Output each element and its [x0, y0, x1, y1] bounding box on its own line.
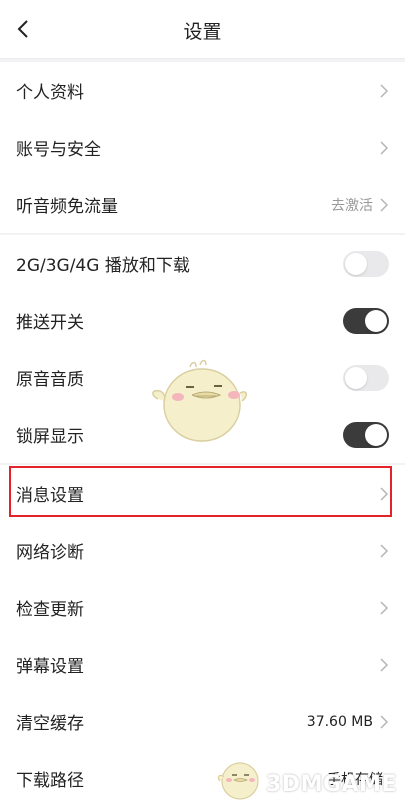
chevron-right-icon [380, 543, 389, 558]
row-label: 个人资料 [16, 83, 84, 103]
row-mobile-play: 2G/3G/4G 播放和下载 [0, 235, 405, 292]
row-push: 推送开关 [0, 292, 405, 349]
top-bar: 设置 [0, 0, 405, 59]
chevron-right-icon [380, 197, 389, 212]
row-lockscreen: 锁屏显示 [0, 406, 405, 463]
chevron-right-icon [380, 714, 389, 729]
chevron-right-icon [380, 83, 389, 98]
lockscreen-toggle[interactable] [343, 421, 389, 448]
row-label: 账号与安全 [16, 140, 101, 160]
chevron-right-icon [380, 486, 389, 501]
row-label: 听音频免流量 [16, 197, 118, 217]
settings-group-3: 消息设置 网络诊断 检查更新 弹幕设置 清空缓存 37.60 MB 下载路径 手… [0, 465, 405, 807]
row-network-diag[interactable]: 网络诊断 [0, 522, 405, 579]
row-label: 弹幕设置 [16, 657, 84, 677]
row-label: 检查更新 [16, 600, 84, 620]
row-value: 去激活 [331, 197, 373, 214]
watermark-logo-icon [217, 762, 259, 800]
row-value: 37.60 MB [306, 713, 373, 730]
original-quality-toggle[interactable] [343, 364, 389, 391]
push-toggle[interactable] [343, 307, 389, 334]
chevron-right-icon [380, 657, 389, 672]
row-label: 消息设置 [16, 486, 84, 506]
row-label: 推送开关 [16, 313, 84, 333]
row-check-update[interactable]: 检查更新 [0, 579, 405, 636]
row-original-quality: 原音音质 [0, 349, 405, 406]
row-clear-cache[interactable]: 清空缓存 37.60 MB [0, 693, 405, 750]
row-free-data[interactable]: 听音频免流量 去激活 [0, 176, 405, 233]
row-profile[interactable]: 个人资料 [0, 62, 405, 119]
settings-list: 个人资料 账号与安全 听音频免流量 去激活 2G/3G/4G 播放和下载 推送开… [0, 62, 405, 807]
row-label: 原音音质 [16, 370, 84, 390]
row-label: 2G/3G/4G 播放和下载 [16, 256, 190, 276]
row-label: 清空缓存 [16, 714, 84, 734]
row-label: 锁屏显示 [16, 427, 84, 447]
row-message-settings[interactable]: 消息设置 [0, 465, 405, 522]
chevron-right-icon [380, 600, 389, 615]
row-account-security[interactable]: 账号与安全 [0, 119, 405, 176]
row-danmaku[interactable]: 弹幕设置 [0, 636, 405, 693]
page-title: 设置 [183, 21, 222, 43]
settings-group-1: 个人资料 账号与安全 听音频免流量 去激活 [0, 62, 405, 233]
chevron-right-icon [380, 140, 389, 155]
row-label: 网络诊断 [16, 543, 84, 563]
mobile-play-toggle[interactable] [343, 250, 389, 277]
settings-group-2: 2G/3G/4G 播放和下载 推送开关 原音音质 锁屏显示 [0, 235, 405, 463]
watermark-text: 3DMGAME [266, 772, 397, 797]
